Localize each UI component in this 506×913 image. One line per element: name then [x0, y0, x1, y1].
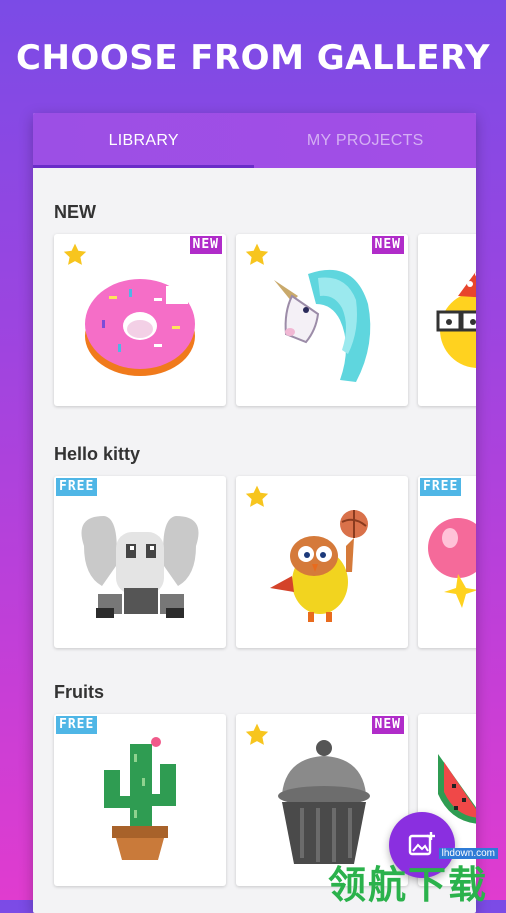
section-title-fruits: Fruits: [54, 682, 105, 702]
star-icon: [63, 243, 87, 265]
new-badge: NEW: [189, 236, 222, 254]
tab-my-projects[interactable]: MY PROJECTS: [255, 113, 477, 168]
bunny-art: [81, 516, 199, 618]
star-icon: [245, 723, 269, 745]
tab-bar: LIBRARY MY PROJECTS: [33, 113, 476, 168]
new-badge: NEW: [371, 236, 404, 254]
card-bunny[interactable]: FREE: [54, 476, 226, 648]
section-title-new: NEW: [54, 202, 96, 222]
free-badge: FREE: [420, 478, 462, 496]
star-icon: [245, 243, 269, 265]
new-badge: NEW: [371, 716, 404, 734]
card-cactus[interactable]: FREE: [54, 714, 226, 886]
gallery-panel: LIBRARY MY PROJECTS NEW NEW NEW Hello ki…: [33, 113, 476, 913]
headline: CHOOSE FROM GALLERY: [16, 38, 490, 78]
watermark: lhdown.com 领航下载: [322, 840, 506, 907]
tab-library[interactable]: LIBRARY: [33, 113, 255, 168]
card-donut[interactable]: NEW: [54, 234, 226, 406]
card-emoji[interactable]: [418, 234, 476, 406]
card-bird-basketball[interactable]: [236, 476, 408, 648]
free-badge: FREE: [56, 478, 98, 496]
balloon-art: [428, 518, 476, 608]
tab-indicator: [33, 165, 254, 168]
watermark-text: 领航下载: [328, 863, 489, 907]
card-unicorn[interactable]: NEW: [236, 234, 408, 406]
card-balloon[interactable]: FREE: [418, 476, 476, 648]
free-badge: FREE: [56, 716, 98, 734]
cactus-art: [104, 737, 176, 860]
section-title-hello-kitty: Hello kitty: [54, 444, 141, 464]
star-icon: [245, 485, 269, 507]
emoji-art: [436, 271, 476, 368]
